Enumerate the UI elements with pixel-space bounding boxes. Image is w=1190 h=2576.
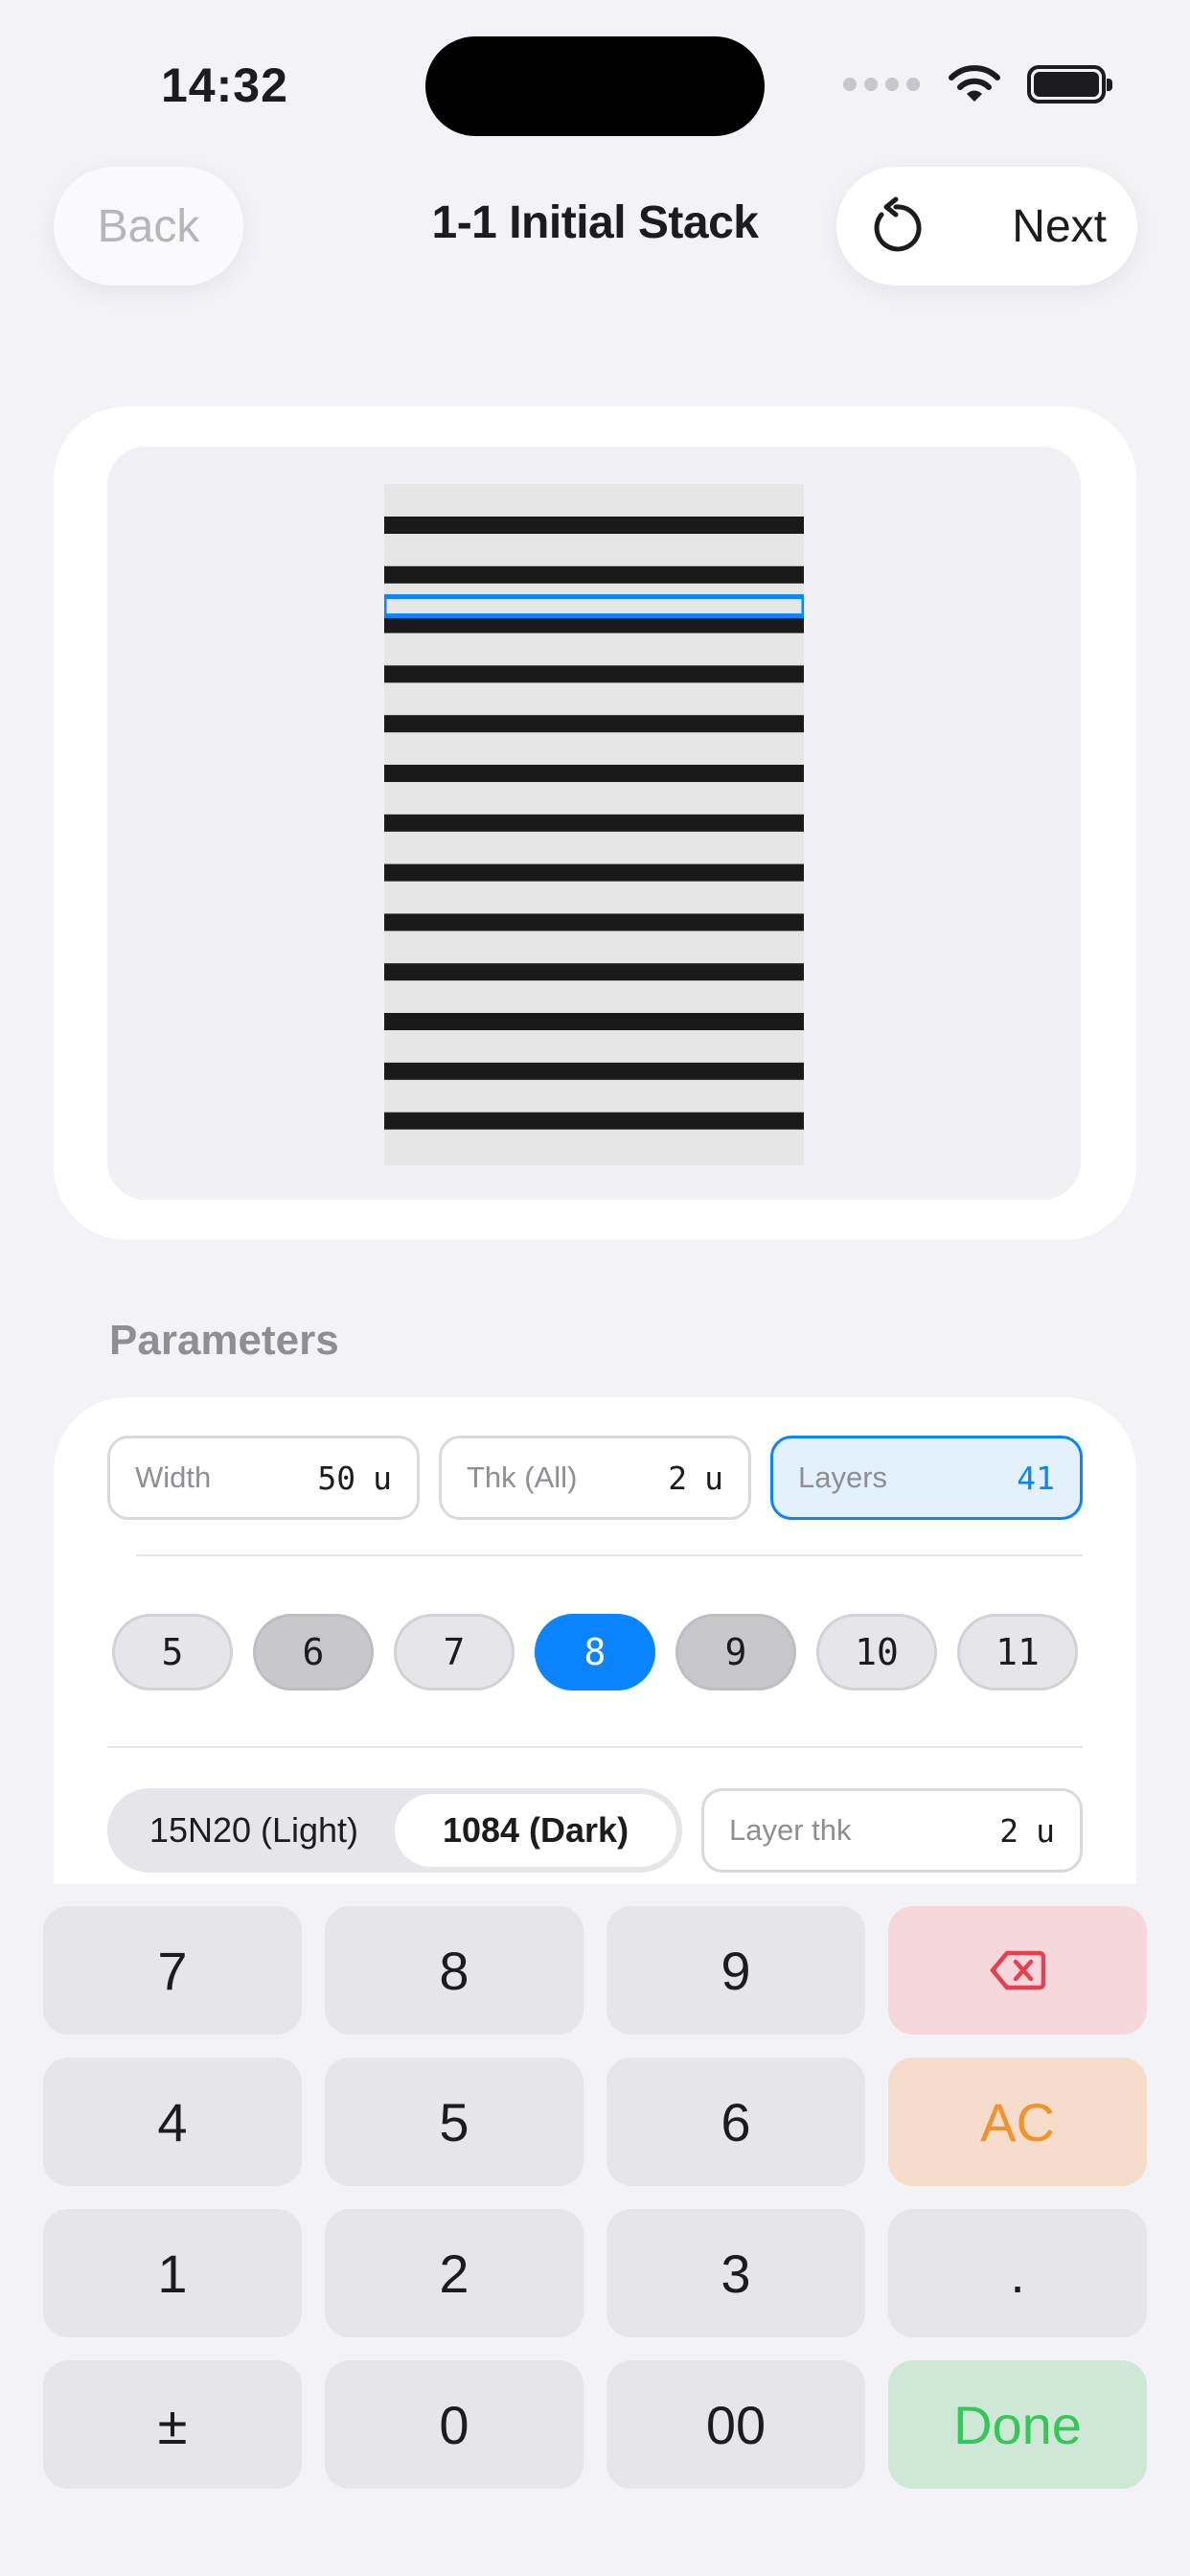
dark-layer[interactable] [384,863,804,882]
section-label: Parameters [109,1317,339,1364]
key-00[interactable]: 00 [606,2360,865,2489]
layer-chip-8[interactable]: 8 [535,1614,655,1690]
dark-layer[interactable] [384,615,804,633]
dark-layer[interactable] [384,517,804,534]
layer-chip-11[interactable]: 11 [957,1614,1078,1690]
dark-layer[interactable] [384,1062,804,1080]
layer-thickness-value: 2 [999,1811,1019,1850]
width-label: Width [135,1460,212,1494]
dark-layer[interactable] [384,1112,804,1130]
width-unit: u [373,1459,392,1497]
backspace-button[interactable] [888,1906,1147,2035]
dark-layer[interactable] [384,1013,804,1030]
layers-label: Layers [798,1460,888,1494]
layer-chip-6[interactable]: 6 [253,1614,374,1690]
layer-stack-diagram[interactable] [384,484,804,1165]
dark-layer[interactable] [384,963,804,981]
stack-preview-canvas [107,447,1081,1200]
layers-field[interactable]: Layers 41 [770,1436,1083,1520]
divider [107,1746,1083,1748]
thickness-all-unit: u [704,1459,723,1497]
status-time: 14:32 [161,58,288,112]
key-2[interactable]: 2 [325,2209,584,2337]
next-button[interactable]: Next [1012,200,1107,253]
width-value: 50 [317,1459,356,1497]
key-5[interactable]: 5 [325,2058,584,2186]
layer-chip-7[interactable]: 7 [394,1614,515,1690]
layer-thickness-label: Layer thk [729,1813,852,1847]
dark-layer[interactable] [384,715,804,733]
layer-chip-5[interactable]: 5 [112,1614,233,1690]
material-option-light[interactable]: 15N20 (Light) [113,1794,395,1867]
material-segmented-control: 15N20 (Light) 1084 (Dark) [107,1788,682,1873]
dark-layer[interactable] [384,814,804,832]
key-0[interactable]: 0 [325,2360,584,2489]
dark-layer[interactable] [384,765,804,782]
key-6[interactable]: 6 [606,2058,865,2186]
dark-layer[interactable] [384,565,804,584]
key-8[interactable]: 8 [325,1906,584,2035]
numeric-keypad: 7 8 9 4 5 6 AC 1 2 3 . ± 0 00 Done [0,1884,1190,2576]
dynamic-island [425,36,765,136]
cellular-signal-icon [843,78,920,91]
key-3[interactable]: 3 [606,2209,865,2337]
layer-chip-10[interactable]: 10 [816,1614,937,1690]
key-9[interactable]: 9 [606,1906,865,2035]
thickness-all-label: Thk (All) [467,1460,578,1494]
backspace-icon [990,1950,1045,1990]
thickness-all-field[interactable]: Thk (All) 2 u [439,1436,751,1520]
wifi-icon [949,65,1000,102]
layers-value: 41 [1017,1459,1055,1497]
layer-thickness-field[interactable]: Layer thk 2 u [701,1788,1083,1873]
status-indicators [843,63,1112,105]
key-plus-minus[interactable]: ± [43,2360,302,2489]
key-7[interactable]: 7 [43,1906,302,2035]
dark-layer[interactable] [384,665,804,683]
key-1[interactable]: 1 [43,2209,302,2337]
divider [136,1554,1083,1556]
stack-preview-card [54,406,1136,1240]
battery-icon [1027,65,1112,104]
nav-actions: Next [836,167,1137,286]
counterclockwise-arrow-icon[interactable] [865,196,927,257]
layer-chip-9[interactable]: 9 [675,1614,796,1690]
dark-layer[interactable] [384,913,804,932]
key-4[interactable]: 4 [43,2058,302,2186]
layer-thickness-unit: u [1036,1811,1055,1850]
done-button[interactable]: Done [888,2360,1147,2489]
material-option-dark[interactable]: 1084 (Dark) [395,1794,676,1867]
thickness-all-value: 2 [668,1459,688,1497]
key-decimal[interactable]: . [888,2209,1147,2337]
all-clear-button[interactable]: AC [888,2058,1147,2186]
width-field[interactable]: Width 50 u [107,1436,420,1520]
